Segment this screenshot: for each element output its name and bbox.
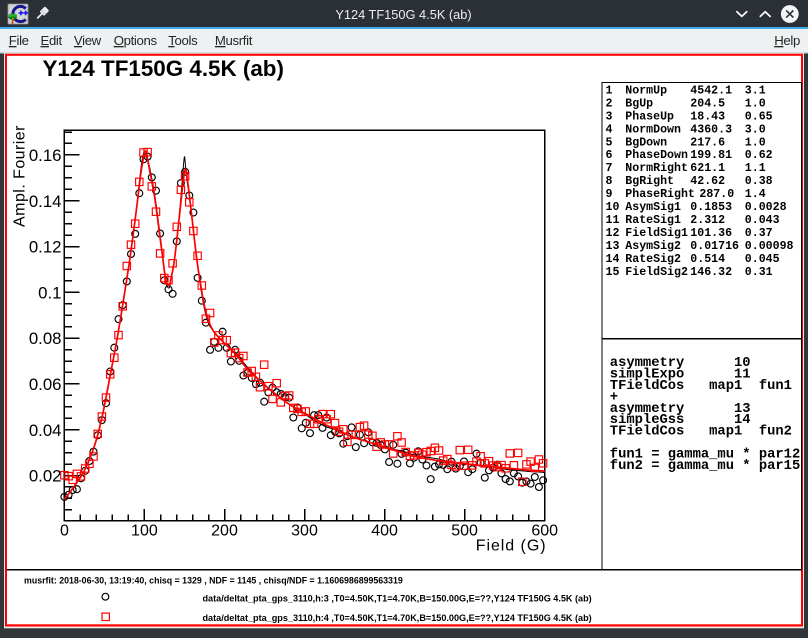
svg-text:NormRight: NormRight: [625, 162, 688, 175]
svg-text:0.1: 0.1: [38, 283, 61, 302]
svg-text:200: 200: [211, 523, 238, 540]
svg-text:Musrfit: Musrfit: [215, 33, 253, 48]
svg-text:0.38: 0.38: [745, 175, 773, 188]
svg-text:8: 8: [606, 175, 613, 188]
svg-text:File: File: [9, 33, 29, 48]
svg-text:1.4: 1.4: [745, 188, 766, 201]
svg-text:RateSig1: RateSig1: [625, 214, 681, 227]
svg-text:0.0028: 0.0028: [745, 201, 787, 214]
svg-text:4: 4: [606, 123, 613, 136]
svg-text:3: 3: [606, 110, 613, 123]
svg-text:6: 6: [606, 149, 613, 162]
svg-text:NormUp: NormUp: [625, 85, 667, 98]
svg-text:5: 5: [606, 136, 613, 149]
svg-text:101.36: 101.36: [690, 227, 732, 240]
svg-text:0: 0: [60, 523, 69, 540]
svg-text:0.14: 0.14: [29, 192, 62, 211]
svg-text:Tools: Tools: [168, 33, 198, 48]
svg-text:18.43: 18.43: [690, 110, 725, 123]
svg-text:100: 100: [131, 523, 158, 540]
svg-text:PhaseRight: PhaseRight: [625, 188, 695, 201]
svg-text:10: 10: [606, 201, 620, 214]
svg-text:AsymSig2: AsymSig2: [625, 240, 681, 253]
svg-text:TFieldCos map1 fun1: TFieldCos map1 fun1: [610, 378, 792, 394]
svg-text:2: 2: [606, 98, 613, 111]
svg-text:3.0: 3.0: [745, 123, 766, 136]
svg-text:9: 9: [606, 188, 613, 201]
svg-text:7: 7: [606, 162, 613, 175]
svg-text:0.045: 0.045: [745, 253, 780, 266]
svg-text:12: 12: [606, 227, 620, 240]
svg-text:14: 14: [606, 253, 620, 266]
svg-text:View: View: [74, 33, 102, 48]
svg-text:1: 1: [606, 85, 613, 98]
svg-text:4542.1: 4542.1: [690, 85, 732, 98]
svg-text:Ampl. Fourier: Ampl. Fourier: [12, 125, 29, 227]
svg-text:0.16: 0.16: [29, 146, 62, 165]
svg-text:13: 13: [606, 240, 620, 253]
svg-text:217.6: 217.6: [690, 136, 725, 149]
svg-text:0.65: 0.65: [745, 110, 773, 123]
svg-text:199.81: 199.81: [690, 149, 732, 162]
svg-text:4360.3: 4360.3: [690, 123, 732, 136]
svg-text:1.1: 1.1: [745, 162, 766, 175]
svg-text:300: 300: [291, 523, 318, 540]
svg-text:42.62: 42.62: [690, 175, 725, 188]
svg-text:2.312: 2.312: [690, 214, 725, 227]
svg-text:0.06: 0.06: [29, 375, 62, 394]
svg-text:0.01716: 0.01716: [690, 240, 739, 253]
svg-text:NormDown: NormDown: [625, 123, 681, 136]
svg-text:621.1: 621.1: [690, 162, 725, 175]
svg-text:0.514: 0.514: [690, 253, 725, 266]
svg-text:400: 400: [371, 523, 398, 540]
svg-text:Y124 TF150G 4.5K (ab): Y124 TF150G 4.5K (ab): [43, 56, 284, 81]
svg-text:BgDown: BgDown: [625, 136, 667, 149]
svg-text:Y124 TF150G 4.5K (ab): Y124 TF150G 4.5K (ab): [335, 7, 471, 22]
svg-text:146.32: 146.32: [690, 266, 732, 279]
svg-text:500: 500: [451, 523, 478, 540]
svg-text:0.04: 0.04: [29, 421, 62, 440]
svg-text:204.5: 204.5: [690, 98, 725, 111]
svg-text:BgRight: BgRight: [625, 175, 674, 188]
svg-text:1.0: 1.0: [745, 136, 766, 149]
svg-text:RateSig2: RateSig2: [625, 253, 681, 266]
svg-text:3.1: 3.1: [745, 85, 766, 98]
svg-text:AsymSig1: AsymSig1: [625, 201, 681, 214]
svg-text:Field (G): Field (G): [476, 538, 547, 555]
svg-text:0.08: 0.08: [29, 329, 62, 348]
svg-text:Options: Options: [114, 33, 158, 48]
svg-text:11: 11: [606, 214, 620, 227]
svg-text:PhaseUp: PhaseUp: [625, 110, 674, 123]
svg-text:0.31: 0.31: [745, 266, 773, 279]
svg-text:0.02: 0.02: [29, 467, 62, 486]
svg-text:0.043: 0.043: [745, 214, 780, 227]
svg-text:PhaseDown: PhaseDown: [625, 149, 688, 162]
svg-text:FieldSig2: FieldSig2: [625, 266, 688, 279]
svg-text:0.1853: 0.1853: [690, 201, 732, 214]
svg-text:BgUp: BgUp: [625, 98, 653, 111]
svg-text:0.62: 0.62: [745, 149, 773, 162]
svg-text:data/deltat_pta_gps_3110,h:3 ,: data/deltat_pta_gps_3110,h:3 ,T0=4.50K,T…: [203, 593, 592, 603]
svg-text:1.0: 1.0: [745, 98, 766, 111]
svg-text:TFieldCos map1 fun2: TFieldCos map1 fun2: [610, 424, 792, 440]
svg-text:musrfit: 2018-06-30, 13:19:40,: musrfit: 2018-06-30, 13:19:40, chisq = 1…: [24, 576, 403, 586]
svg-text:15: 15: [606, 266, 620, 279]
svg-text:0.12: 0.12: [29, 238, 62, 257]
svg-text:FieldSig1: FieldSig1: [625, 227, 688, 240]
svg-text:287.0: 287.0: [699, 188, 734, 201]
svg-text:fun2 = gamma_mu * par15: fun2 = gamma_mu * par15: [610, 458, 800, 474]
svg-text:0.00098: 0.00098: [745, 240, 794, 253]
svg-text:Edit: Edit: [41, 33, 63, 48]
svg-text:0.37: 0.37: [745, 227, 773, 240]
svg-text:data/deltat_pta_gps_3110,h:4 ,: data/deltat_pta_gps_3110,h:4 ,T0=4.50K,T…: [203, 613, 592, 623]
svg-text:Help: Help: [774, 33, 800, 48]
